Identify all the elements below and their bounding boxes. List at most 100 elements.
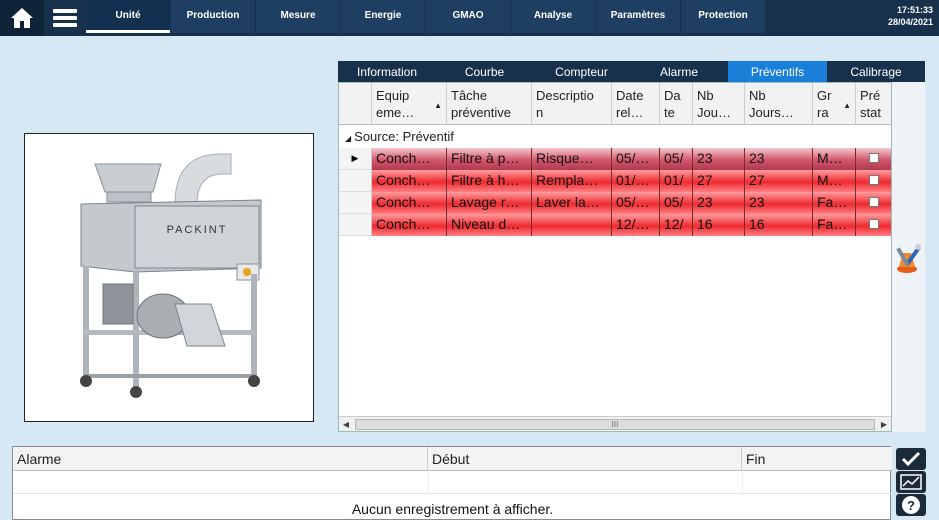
column-header-nb-jours-restants[interactable]: Nb Jours… (745, 83, 813, 125)
cell-date-releve[interactable]: 05/… (612, 192, 660, 214)
table-row[interactable]: Conch… Niveau d… 12/… 12/ 16 16 Fa… (339, 214, 891, 236)
cell-gravite[interactable]: Fa… (813, 214, 856, 236)
cell-equipement[interactable]: Conch… (372, 192, 447, 214)
cell-tache[interactable]: Filtre à h… (447, 170, 532, 192)
cell-prestation[interactable] (856, 214, 891, 236)
column-header-fin[interactable]: Fin (742, 447, 892, 471)
collapse-triangle-icon[interactable]: ◢ (345, 134, 351, 143)
current-row-indicator[interactable]: ▶ (339, 148, 372, 170)
table-row[interactable]: ▶ Conch… Filtre à p… Risque… 05/… 05/ 23… (339, 148, 891, 170)
grid-header: Equip eme… ▲ Tâche préventive Descriptio… (339, 83, 891, 125)
cell-prestation[interactable] (856, 148, 891, 170)
row-selector[interactable] (339, 214, 372, 236)
cell-nb-jours[interactable]: 23 (693, 192, 745, 214)
help-button[interactable]: ? (896, 494, 926, 516)
cell-tache[interactable]: Lavage r… (447, 192, 532, 214)
tab-analyse[interactable]: Analyse (511, 0, 595, 33)
column-header-date-releve[interactable]: Date rel… (612, 83, 660, 125)
cell-nb-jours-restants[interactable]: 23 (745, 192, 813, 214)
column-header-description[interactable]: Descriptio n (532, 83, 612, 125)
column-header-line: Pré (860, 88, 881, 103)
tab-energie[interactable]: Energie (341, 0, 425, 33)
cell-nb-jours-restants[interactable]: 16 (745, 214, 813, 236)
tab-unite[interactable]: Unité (86, 0, 170, 33)
group-label: Source: Préventif (354, 129, 454, 144)
tab-information[interactable]: Information (338, 61, 436, 82)
column-header-line: Descriptio (536, 88, 594, 103)
cell-date[interactable]: 12/ (660, 214, 693, 236)
column-header-tache[interactable]: Tâche préventive (447, 83, 532, 125)
column-header-nb-jours[interactable]: Nb Jou… (693, 83, 745, 125)
tab-preventifs[interactable]: Préventifs (728, 61, 827, 82)
cell-tache[interactable]: Filtre à p… (447, 148, 532, 170)
prestation-checkbox[interactable] (869, 153, 879, 163)
column-header-prestation[interactable]: Pré stat (856, 83, 891, 125)
cell-nb-jours[interactable]: 16 (693, 214, 745, 236)
tab-courbe[interactable]: Courbe (436, 61, 533, 82)
cell-description[interactable]: Laver la… (532, 192, 612, 214)
prestation-checkbox[interactable] (869, 175, 879, 185)
empty-message: Aucun enregistrement à afficher. (351, 501, 554, 517)
column-header-line: n (536, 105, 544, 120)
cell-description[interactable]: Rempla… (532, 170, 612, 192)
top-navigation-bar: Unité Production Mesure Energie GMAO Ana… (0, 0, 939, 36)
divider (428, 472, 429, 494)
row-selector[interactable] (339, 192, 372, 214)
column-header-line: préventive (451, 105, 511, 120)
preventive-grid: Equip eme… ▲ Tâche préventive Descriptio… (338, 82, 892, 432)
cell-tache[interactable]: Niveau d… (447, 214, 532, 236)
cell-equipement[interactable]: Conch… (372, 148, 447, 170)
tab-compteur[interactable]: Compteur (533, 61, 630, 82)
cell-date-releve[interactable]: 05/… (612, 148, 660, 170)
checkmark-icon (901, 451, 921, 467)
cell-date-releve[interactable]: 12/… (612, 214, 660, 236)
cell-nb-jours[interactable]: 23 (693, 148, 745, 170)
cell-date[interactable]: 05/ (660, 192, 693, 214)
cell-prestation[interactable] (856, 192, 891, 214)
cell-nb-jours-restants[interactable]: 23 (745, 148, 813, 170)
scroll-left-icon[interactable]: ◀ (339, 417, 353, 432)
scroll-thumb[interactable]: III (355, 419, 875, 430)
row-selector[interactable] (339, 170, 372, 192)
tab-parametres[interactable]: Paramètres (596, 0, 680, 33)
tab-mesure[interactable]: Mesure (256, 0, 340, 33)
cell-gravite[interactable]: Fa… (813, 192, 856, 214)
tab-alarme[interactable]: Alarme (630, 61, 728, 82)
table-row[interactable]: Conch… Lavage r… Laver la… 05/… 05/ 23 2… (339, 192, 891, 214)
cell-nb-jours-restants[interactable]: 27 (745, 170, 813, 192)
tab-protection[interactable]: Protection (681, 0, 765, 33)
cell-date[interactable]: 01/ (660, 170, 693, 192)
table-row[interactable]: Conch… Filtre à h… Rempla… 01/… 01/ 27 2… (339, 170, 891, 192)
alarm-filter-row[interactable] (13, 472, 892, 494)
scroll-right-icon[interactable]: ▶ (877, 417, 891, 432)
cell-description[interactable] (532, 214, 612, 236)
cell-date[interactable]: 05/ (660, 148, 693, 170)
cell-prestation[interactable] (856, 170, 891, 192)
tab-calibrage[interactable]: Calibrage (827, 61, 925, 82)
tab-gmao[interactable]: GMAO (426, 0, 510, 33)
cell-equipement[interactable]: Conch… (372, 214, 447, 236)
cell-date-releve[interactable]: 01/… (612, 170, 660, 192)
group-row-source[interactable]: ◢ Source: Préventif (339, 126, 891, 147)
cell-description[interactable]: Risque… (532, 148, 612, 170)
clock-time: 17:51:33 (896, 5, 933, 15)
menu-button[interactable] (44, 0, 86, 36)
home-button[interactable] (0, 0, 44, 36)
cell-gravite[interactable]: M… (813, 170, 856, 192)
cell-nb-jours[interactable]: 27 (693, 170, 745, 192)
column-header-alarme[interactable]: Alarme (13, 447, 428, 471)
column-header-equipement[interactable]: Equip eme… ▲ (372, 83, 447, 125)
prestation-checkbox[interactable] (869, 197, 879, 207)
acknowledge-button[interactable] (896, 448, 926, 470)
tools-button[interactable] (893, 241, 925, 275)
prestation-checkbox[interactable] (869, 219, 879, 229)
horizontal-scrollbar[interactable]: ◀ III ▶ (339, 416, 891, 431)
tab-production[interactable]: Production (171, 0, 255, 33)
home-icon (11, 8, 33, 28)
column-header-date[interactable]: Da te (660, 83, 693, 125)
chart-button[interactable] (896, 471, 926, 493)
column-header-debut[interactable]: Début (428, 447, 742, 471)
column-header-gravite[interactable]: Gr ra ▲ (813, 83, 856, 125)
cell-gravite[interactable]: M… (813, 148, 856, 170)
cell-equipement[interactable]: Conch… (372, 170, 447, 192)
